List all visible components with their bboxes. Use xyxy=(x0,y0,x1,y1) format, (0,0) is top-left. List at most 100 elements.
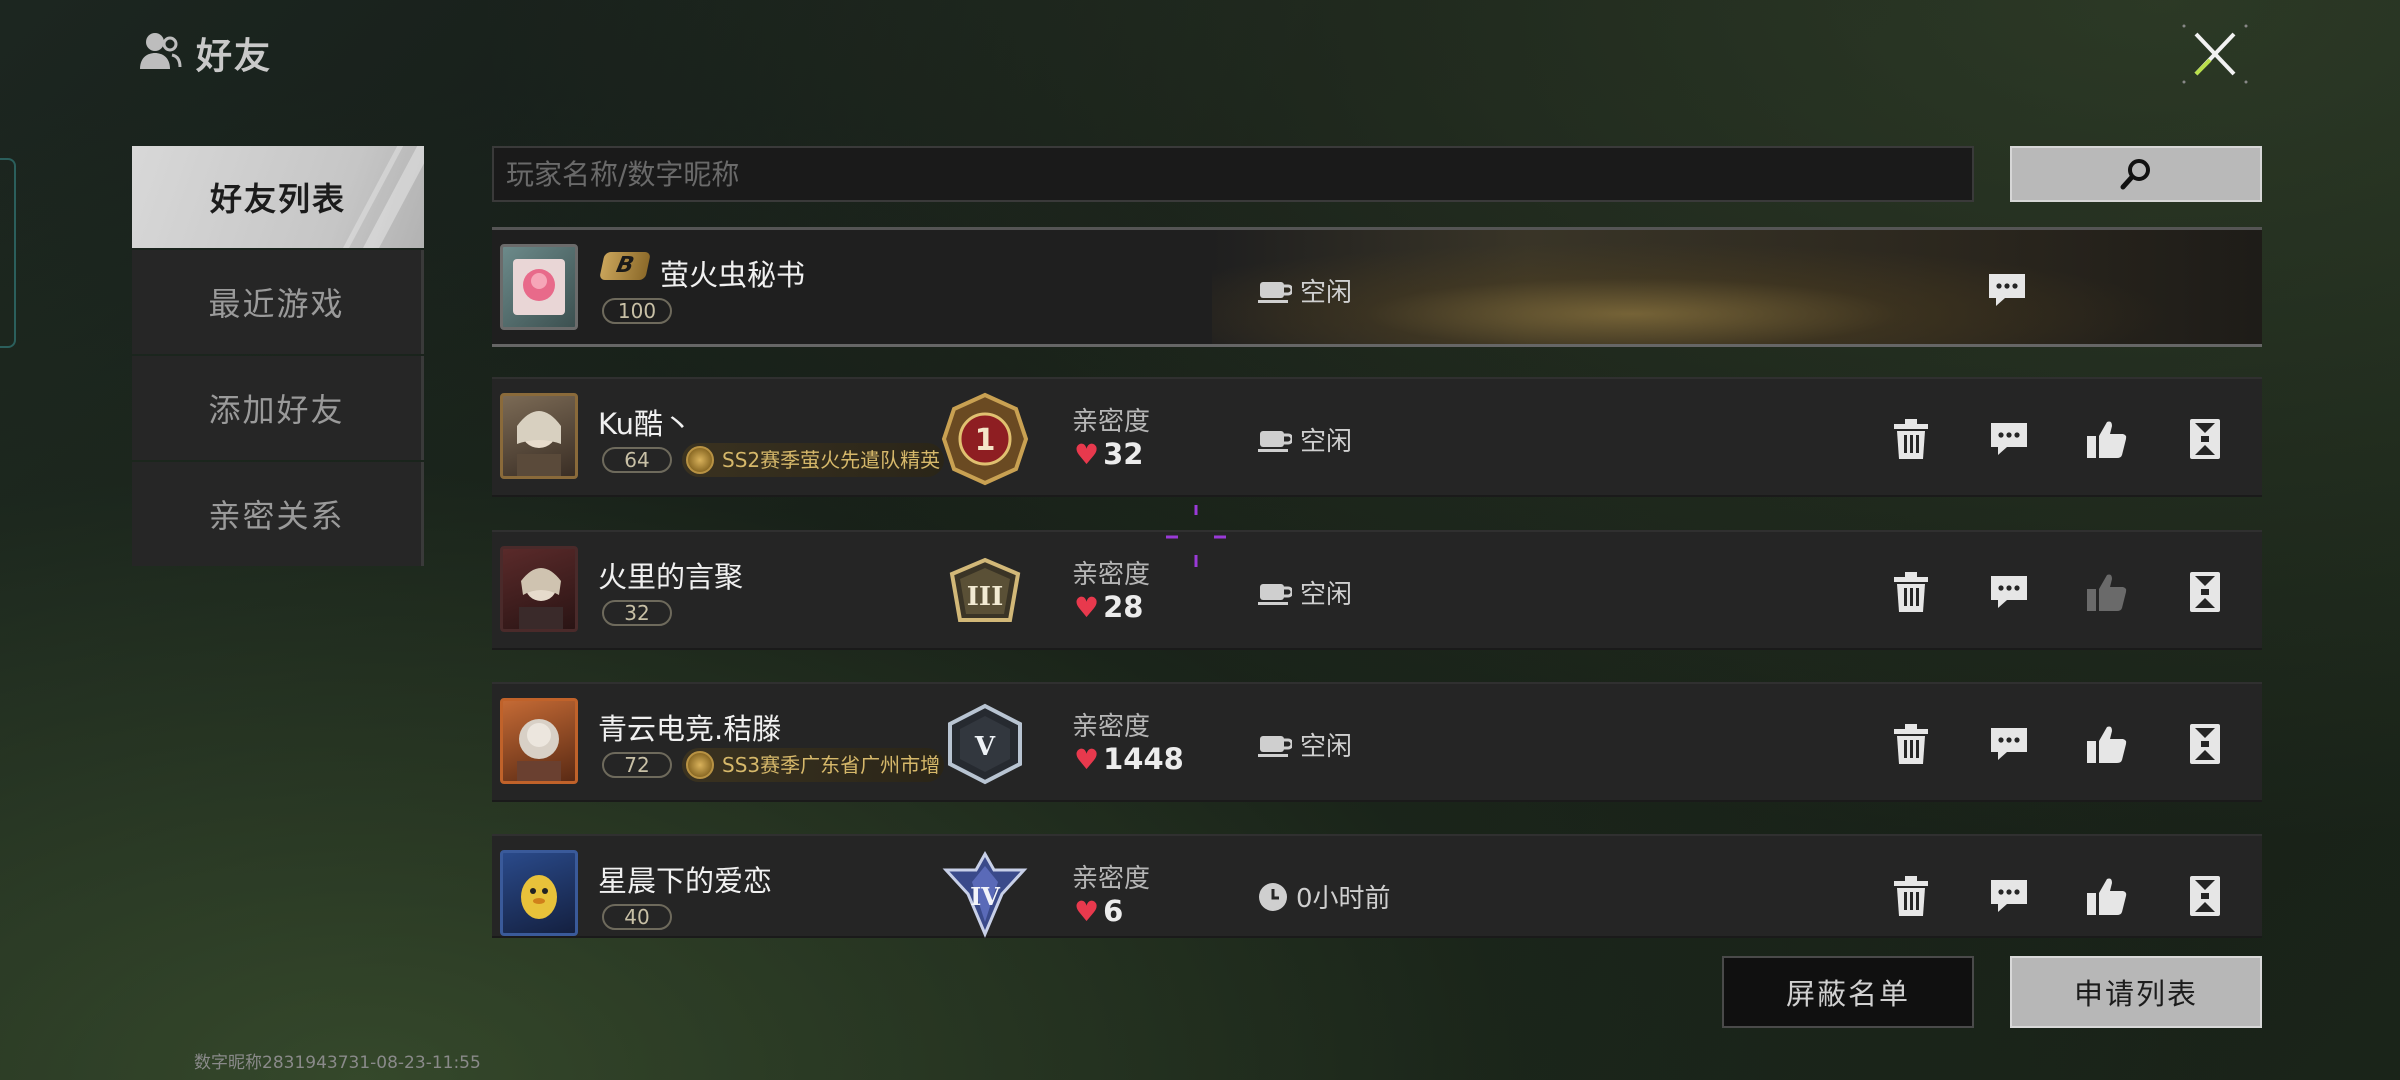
status-text: 空闲 xyxy=(1300,732,1353,762)
status: 0小时前 xyxy=(1258,878,1391,915)
heart-icon: ♥ xyxy=(1074,894,1100,928)
thumbs-up-icon xyxy=(2087,878,2127,915)
list-item[interactable]: B 萤火虫秘书 100 空闲 xyxy=(492,227,2262,347)
row-actions xyxy=(1862,866,2254,926)
rank-text: 1 xyxy=(975,423,996,458)
level-badge: 32 xyxy=(602,600,672,626)
rank-text: IV xyxy=(970,882,1000,911)
like-button[interactable] xyxy=(2058,409,2156,469)
coffee-cup-icon xyxy=(1258,430,1292,452)
chat-button[interactable] xyxy=(1960,562,2058,622)
side-drawer-handle[interactable] xyxy=(0,158,16,348)
search-input[interactable] xyxy=(492,146,1974,202)
chat-button[interactable] xyxy=(1960,866,2058,926)
gift-button[interactable] xyxy=(2156,409,2254,469)
tab-friend-list[interactable]: 好友列表 xyxy=(132,146,424,248)
chat-icon xyxy=(1991,880,2027,912)
rank-text: III xyxy=(967,582,1004,612)
intimacy-value: ♥ 28 xyxy=(1074,590,1143,624)
friend-requests-button[interactable]: 申请列表 xyxy=(2010,956,2262,1028)
intimacy-label: 亲密度 xyxy=(1072,407,1151,437)
delete-friend-button[interactable] xyxy=(1862,562,1960,622)
button-label: 屏蔽名单 xyxy=(1785,977,1910,1011)
list-item[interactable]: 星晨下的爱恋 40 IV 亲密度 ♥ 6 0小时前 xyxy=(492,834,2262,938)
intimacy-label: 亲密度 xyxy=(1072,560,1151,590)
tab-recent-games[interactable]: 最近游戏 xyxy=(132,250,424,354)
avatar xyxy=(500,546,578,632)
rank-badge: III xyxy=(940,544,1030,640)
coffee-cup-icon xyxy=(1258,735,1292,757)
page-title: 好友 xyxy=(196,36,273,77)
intimacy-number: 1448 xyxy=(1103,742,1184,776)
level-badge: 100 xyxy=(602,298,672,324)
gift-card-icon xyxy=(2190,419,2220,459)
rank-badge: IV xyxy=(940,848,1030,944)
heart-icon: ♥ xyxy=(1074,742,1100,776)
banner-image xyxy=(1212,230,2262,344)
button-label: 申请列表 xyxy=(2073,977,2198,1011)
gift-button[interactable] xyxy=(2156,866,2254,926)
chat-icon xyxy=(1991,576,2027,608)
level-badge: 64 xyxy=(602,447,672,473)
page-header: 好友 xyxy=(138,28,272,78)
close-icon xyxy=(2182,24,2248,84)
tab-relationships[interactable]: 亲密关系 xyxy=(132,462,424,566)
gift-card-icon xyxy=(2190,724,2220,764)
gift-button[interactable] xyxy=(2156,562,2254,622)
intimacy-number: 28 xyxy=(1103,590,1144,624)
delete-friend-button[interactable] xyxy=(1862,714,1960,774)
close-button[interactable] xyxy=(2180,22,2250,86)
rank-badge: V xyxy=(940,696,1030,792)
gift-card-icon xyxy=(2190,572,2220,612)
friend-name: 青云电竞.秸滕 xyxy=(598,712,782,746)
row-actions xyxy=(1862,562,2254,622)
status: 空闲 xyxy=(1258,421,1352,458)
tab-label: 最近游戏 xyxy=(208,285,345,323)
gift-button[interactable] xyxy=(2156,714,2254,774)
tab-label: 亲密关系 xyxy=(208,497,345,535)
delete-friend-button[interactable] xyxy=(1862,409,1960,469)
row-actions xyxy=(1862,409,2254,469)
list-item[interactable]: 青云电竞.秸滕 72 SS3赛季广东省广州市增 V 亲密度 ♥ 1448 空闲 xyxy=(492,682,2262,802)
season-title-tag: SS3赛季广东省广州市增 xyxy=(682,748,944,782)
friend-name: 星晨下的爱恋 xyxy=(598,864,773,898)
clock-icon xyxy=(1259,882,1287,911)
row-actions xyxy=(1958,260,2056,320)
medal-icon xyxy=(686,751,714,779)
intimacy-value: ♥ 32 xyxy=(1074,437,1143,471)
like-button-disabled[interactable] xyxy=(2058,562,2156,622)
chat-button[interactable] xyxy=(1958,260,2056,320)
avatar xyxy=(500,244,578,330)
intimacy-value: ♥ 1448 xyxy=(1074,742,1184,776)
chat-button[interactable] xyxy=(1960,714,2058,774)
intimacy-label: 亲密度 xyxy=(1072,712,1151,742)
thumbs-up-icon xyxy=(2087,574,2127,611)
like-button[interactable] xyxy=(2058,714,2156,774)
like-button[interactable] xyxy=(2058,866,2156,926)
gift-card-icon xyxy=(2190,876,2220,916)
level-badge: 40 xyxy=(602,904,672,930)
status: 空闲 xyxy=(1258,272,1352,309)
tag-text: SS2赛季萤火先遣队精英 xyxy=(722,448,941,472)
heart-icon: ♥ xyxy=(1074,437,1100,471)
search-icon xyxy=(2120,159,2150,190)
blocklist-button[interactable]: 屏蔽名单 xyxy=(1722,956,1974,1028)
friend-name: Ku酷丶 xyxy=(598,407,692,441)
trash-icon xyxy=(1894,419,1928,459)
thumbs-up-icon xyxy=(2087,726,2127,763)
vip-badge: B xyxy=(599,252,651,280)
player-id-footer: 数字昵称2831943731-08-23-11:55 xyxy=(194,1053,481,1073)
status: 空闲 xyxy=(1258,726,1352,763)
friends-icon xyxy=(138,31,182,75)
chat-button[interactable] xyxy=(1960,409,2058,469)
intimacy-number: 6 xyxy=(1103,894,1124,928)
season-title-tag: SS2赛季萤火先遣队精英 xyxy=(682,443,944,477)
delete-friend-button[interactable] xyxy=(1862,866,1960,926)
tab-add-friend[interactable]: 添加好友 xyxy=(132,356,424,460)
list-item[interactable]: Ku酷丶 64 SS2赛季萤火先遣队精英 1 亲密度 ♥ 32 空闲 xyxy=(492,377,2262,497)
friend-name: 萤火虫秘书 xyxy=(660,258,806,292)
search-button[interactable] xyxy=(2010,146,2262,202)
list-item[interactable]: 火里的言聚 32 III 亲密度 ♥ 28 空闲 xyxy=(492,530,2262,650)
avatar xyxy=(500,393,578,479)
medal-icon xyxy=(686,446,714,474)
